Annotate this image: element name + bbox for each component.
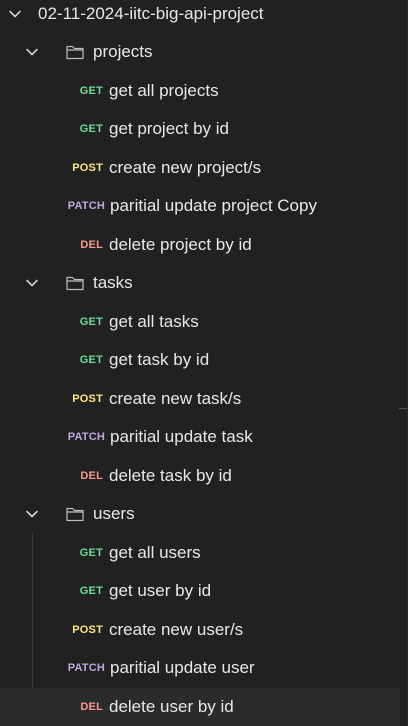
request-name: create new project/s (109, 158, 262, 177)
request-row-create-new-projects[interactable]: POST create new project/s (0, 149, 400, 187)
request-name: get all users (109, 543, 201, 562)
request-name: get task by id (109, 350, 210, 369)
scrollbar-marker (399, 408, 407, 409)
folder-row-users[interactable]: users (0, 495, 400, 533)
method-badge: GET (79, 354, 103, 366)
folder-icon (66, 276, 84, 291)
method-badge: DEL (80, 701, 103, 713)
request-row-get-all-users[interactable]: GET get all users (0, 534, 400, 572)
method-badge: GET (79, 316, 103, 328)
request-row-delete-project-by-id[interactable]: DEL delete project by id (0, 226, 400, 264)
method-badge: PATCH (67, 662, 105, 674)
folder-row-projects[interactable]: projects (0, 33, 400, 71)
collection-tree: 02-11-2024-iitc-big-api-project projects… (0, 0, 408, 726)
request-name: create new user/s (109, 620, 244, 639)
request-name: get user by id (109, 581, 212, 600)
folder-icon (66, 507, 84, 522)
request-name: get all projects (109, 81, 219, 100)
method-badge: PATCH (67, 200, 105, 212)
method-badge: GET (79, 85, 103, 97)
folder-row-tasks[interactable]: tasks (0, 264, 400, 302)
request-row-delete-user-by-id[interactable]: DEL delete user by id (0, 688, 400, 726)
method-badge: POST (72, 624, 103, 636)
chevron-down-icon[interactable] (23, 274, 41, 292)
request-name: paritial update task (110, 427, 253, 446)
request-name: create new task/s (109, 389, 242, 408)
request-row-create-new-users[interactable]: POST create new user/s (0, 611, 400, 649)
chevron-down-icon[interactable] (23, 505, 41, 523)
chevron-down-icon[interactable] (23, 43, 41, 61)
method-badge: PATCH (67, 431, 105, 443)
request-row-get-all-projects[interactable]: GET get all projects (0, 72, 400, 110)
request-name: get all tasks (109, 312, 199, 331)
request-row-create-new-tasks[interactable]: POST create new task/s (0, 380, 400, 418)
request-name: paritial update project Copy (110, 196, 317, 215)
request-name: delete task by id (109, 466, 232, 485)
folder-icon (66, 45, 84, 60)
request-row-partial-update-user[interactable]: PATCH paritial update user (0, 649, 400, 687)
request-name: get project by id (109, 119, 230, 138)
method-badge: POST (72, 162, 103, 174)
collection-row[interactable]: 02-11-2024-iitc-big-api-project (0, 0, 400, 33)
method-badge: GET (79, 123, 103, 135)
collection-name: 02-11-2024-iitc-big-api-project (38, 4, 264, 23)
method-badge: POST (72, 393, 103, 405)
method-badge: GET (79, 585, 103, 597)
method-badge: DEL (80, 470, 103, 482)
method-badge: DEL (80, 239, 103, 251)
request-row-get-task-by-id[interactable]: GET get task by id (0, 341, 400, 379)
request-row-get-user-by-id[interactable]: GET get user by id (0, 572, 400, 610)
request-name: delete user by id (109, 697, 234, 716)
request-name: delete project by id (109, 235, 252, 254)
folder-name: users (93, 504, 135, 523)
request-row-get-all-tasks[interactable]: GET get all tasks (0, 303, 400, 341)
request-row-delete-task-by-id[interactable]: DEL delete task by id (0, 457, 400, 495)
request-name: paritial update user (110, 658, 255, 677)
chevron-down-icon[interactable] (6, 5, 24, 23)
folder-name: tasks (93, 273, 133, 292)
request-row-get-project-by-id[interactable]: GET get project by id (0, 110, 400, 148)
method-badge: GET (79, 547, 103, 559)
folder-name: projects (93, 42, 153, 61)
request-row-partial-update-task[interactable]: PATCH paritial update task (0, 418, 400, 456)
request-row-partial-update-project-copy[interactable]: PATCH paritial update project Copy (0, 187, 400, 225)
